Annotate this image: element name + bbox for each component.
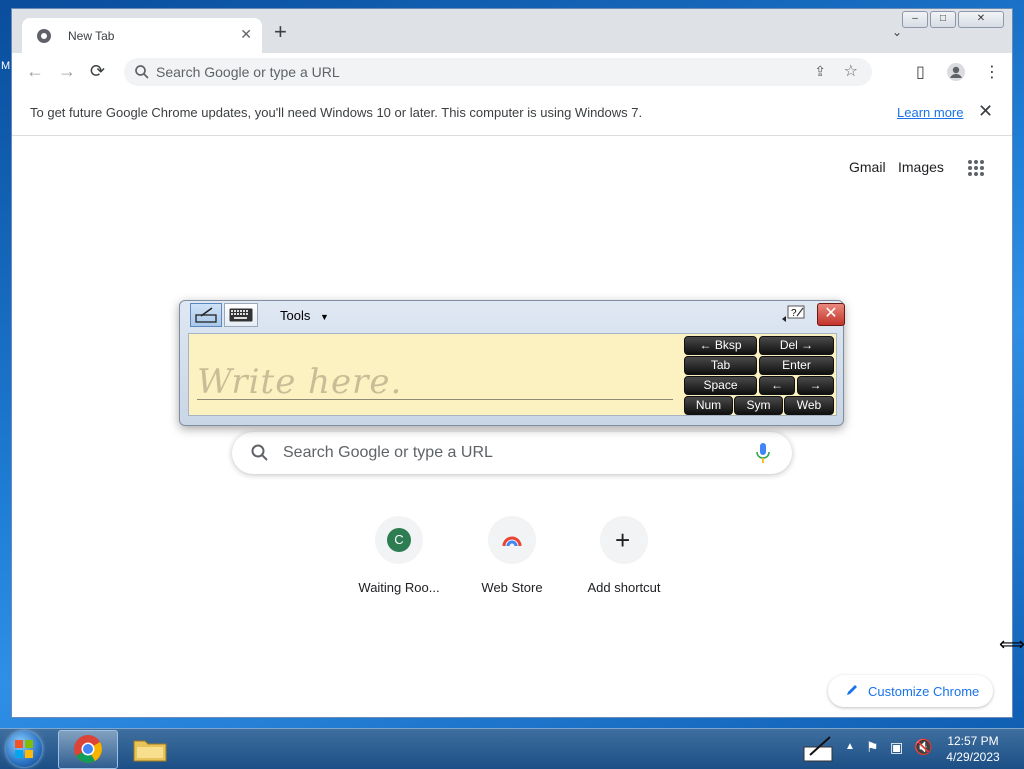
minimize-button[interactable]: – — [902, 11, 928, 28]
images-link[interactable]: Images — [898, 159, 944, 175]
profile-avatar-icon[interactable] — [946, 62, 966, 82]
key-enter[interactable]: Enter — [759, 356, 834, 375]
windows-logo-icon — [15, 740, 33, 758]
new-tab-page: Gmail Images Search Google or type a URL — [12, 136, 1012, 717]
shortcut-label: Web Store — [481, 580, 543, 595]
web-store-icon — [488, 516, 536, 564]
tools-label: Tools — [280, 308, 311, 323]
tablet-input-panel: Tools ▼ ? ✕ Write here. ← Bksp Del → Tab… — [179, 300, 845, 426]
chrome-icon — [74, 735, 102, 763]
help-question-icon: ? — [782, 305, 805, 322]
key-web[interactable]: Web — [784, 396, 834, 415]
ntp-search-box[interactable]: Search Google or type a URL — [232, 432, 792, 474]
key-backspace[interactable]: ← Bksp — [684, 336, 757, 355]
shortcut-web-store[interactable]: Web Store — [456, 516, 568, 595]
resize-cursor-icon: ⟺ — [999, 634, 1024, 654]
key-sym[interactable]: Sym — [734, 396, 783, 415]
start-button[interactable] — [6, 731, 42, 767]
taskbar-chrome-button[interactable] — [58, 730, 118, 769]
write-here-prompt: Write here. — [197, 362, 403, 402]
key-num[interactable]: Num — [684, 396, 733, 415]
shortcut-label: Add shortcut — [587, 580, 661, 595]
gmail-link[interactable]: Gmail — [849, 159, 886, 175]
maximize-button[interactable]: □ — [930, 11, 956, 28]
ntp-search-placeholder: Search Google or type a URL — [283, 444, 493, 461]
side-panel-icon[interactable]: ▯ — [916, 62, 925, 82]
input-panel-toolbar: Tools ▼ ? ✕ — [188, 301, 845, 329]
tools-menu[interactable]: Tools ▼ — [280, 308, 329, 323]
update-infobar: To get future Google Chrome updates, you… — [12, 91, 1012, 136]
taskbar: ▲ ⚑ ▣ 🔇 12:57 PM 4/29/2023 — [0, 728, 1024, 769]
toolbar: ← → ⟳ Search Google or type a URL ⇪ ☆ ▯ … — [12, 53, 1012, 91]
window-controls: – □ ✕ — [902, 11, 1004, 28]
writing-pad-button[interactable] — [190, 303, 222, 327]
menu-kebab-icon[interactable]: ⋮ — [984, 62, 1000, 82]
learn-more-link[interactable]: Learn more — [897, 105, 963, 120]
tab-close-icon[interactable]: ✕ — [240, 26, 252, 43]
taskbar-explorer-button[interactable] — [122, 730, 178, 767]
desktop-edge-text: M — [1, 60, 11, 72]
clock-date: 4/29/2023 — [946, 750, 1000, 764]
clock[interactable]: 12:57 PM 4/29/2023 — [938, 733, 1008, 765]
key-right-arrow[interactable]: → — [797, 376, 834, 395]
show-hidden-icons-icon[interactable]: ▲ — [845, 741, 855, 752]
apps-grid-icon[interactable] — [967, 159, 985, 177]
key-left-arrow[interactable]: ← — [759, 376, 795, 395]
share-icon[interactable]: ⇪ — [814, 63, 826, 80]
search-icon — [251, 444, 268, 461]
back-button[interactable]: ← — [26, 61, 44, 82]
key-tab[interactable]: Tab — [684, 356, 757, 375]
close-window-button[interactable]: ✕ — [958, 11, 1004, 28]
shortcut-label: Waiting Roo... — [358, 580, 440, 595]
customize-chrome-label: Customize Chrome — [868, 684, 980, 699]
customize-chrome-button[interactable]: Customize Chrome — [828, 675, 993, 707]
volume-muted-icon[interactable]: 🔇 — [914, 738, 933, 756]
help-icon[interactable]: ? — [780, 303, 808, 325]
writing-pad[interactable]: Write here. ← Bksp Del → Tab Enter Space… — [188, 333, 837, 416]
keyboard-icon — [229, 308, 253, 322]
touch-keyboard-button[interactable] — [224, 303, 258, 327]
bookmark-star-icon[interactable]: ☆ — [844, 61, 858, 81]
tab-new-tab[interactable]: New Tab ✕ — [22, 18, 262, 53]
shortcut-icon: C — [375, 516, 423, 564]
web-store-logo-icon — [502, 536, 522, 547]
clock-time: 12:57 PM — [947, 734, 999, 748]
shortcut-add[interactable]: + Add shortcut — [568, 516, 680, 595]
tablet-input-tray-icon[interactable] — [802, 735, 836, 763]
shortcut-initial: C — [387, 528, 411, 552]
input-panel-close-button[interactable]: ✕ — [817, 303, 845, 326]
writing-baseline — [197, 399, 673, 400]
tab-search-chevron-icon[interactable]: ⌄ — [892, 25, 902, 39]
pencil-icon — [847, 685, 857, 695]
chrome-icon — [37, 29, 51, 43]
infobar-message: To get future Google Chrome updates, you… — [30, 105, 643, 120]
reload-button[interactable]: ⟳ — [90, 61, 105, 82]
key-space[interactable]: Space — [684, 376, 757, 395]
svg-text:?: ? — [791, 308, 797, 319]
new-tab-button[interactable]: + — [274, 21, 287, 43]
writing-pad-icon — [195, 307, 217, 323]
key-delete[interactable]: Del → — [759, 336, 834, 355]
dropdown-arrow-icon: ▼ — [319, 312, 329, 322]
folder-icon — [133, 740, 167, 762]
infobar-close-icon[interactable]: ✕ — [978, 101, 993, 122]
search-icon — [135, 65, 149, 79]
shortcut-waiting-room[interactable]: C Waiting Roo... — [343, 516, 455, 595]
network-icon[interactable]: ▣ — [890, 739, 903, 756]
tab-title: New Tab — [68, 29, 115, 43]
omnibox[interactable]: Search Google or type a URL ⇪ ☆ — [124, 58, 872, 86]
microphone-icon[interactable] — [756, 442, 770, 464]
action-center-flag-icon[interactable]: ⚑ — [866, 739, 879, 756]
tab-strip: New Tab ✕ + ⌄ – □ ✕ — [12, 9, 1012, 53]
omnibox-placeholder: Search Google or type a URL — [156, 64, 340, 80]
forward-button[interactable]: → — [58, 61, 76, 82]
add-shortcut-icon: + — [600, 516, 648, 564]
